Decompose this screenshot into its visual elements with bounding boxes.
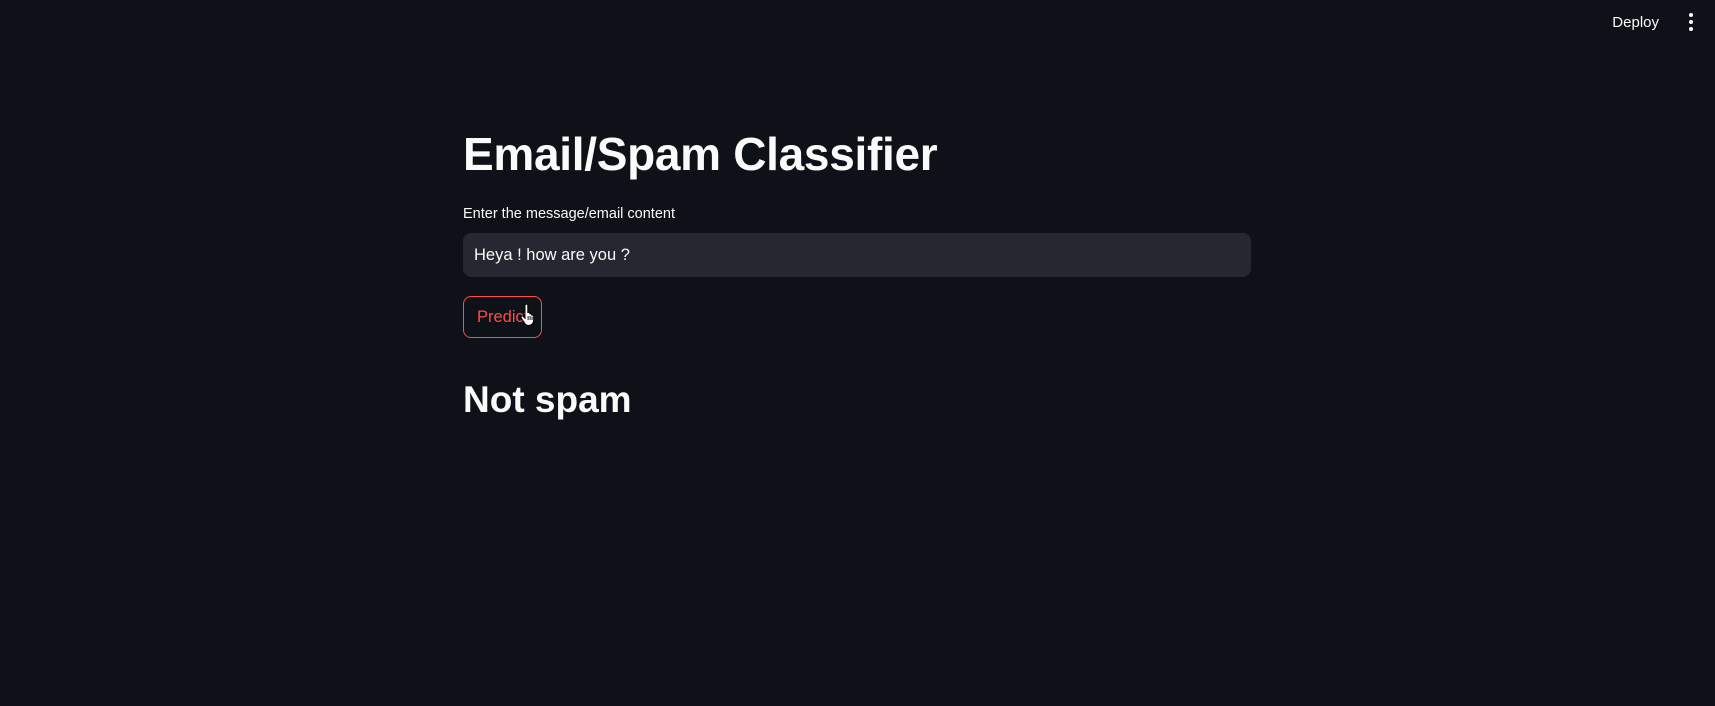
- prediction-result: Not spam: [463, 379, 632, 420]
- message-input[interactable]: [463, 233, 1251, 277]
- vertical-ellipsis-icon: [1689, 13, 1693, 17]
- deploy-button[interactable]: Deploy: [1606, 10, 1665, 35]
- page-title: Email/Spam Classifier: [463, 128, 938, 180]
- predict-button[interactable]: Predict: [463, 296, 543, 338]
- main-menu-button[interactable]: [1681, 8, 1701, 36]
- vertical-ellipsis-icon-dot: [1689, 20, 1693, 24]
- vertical-ellipsis-icon-dot: [1689, 27, 1693, 31]
- message-input-label: Enter the message/email content: [463, 206, 675, 222]
- top-toolbar: Deploy: [1606, 0, 1715, 44]
